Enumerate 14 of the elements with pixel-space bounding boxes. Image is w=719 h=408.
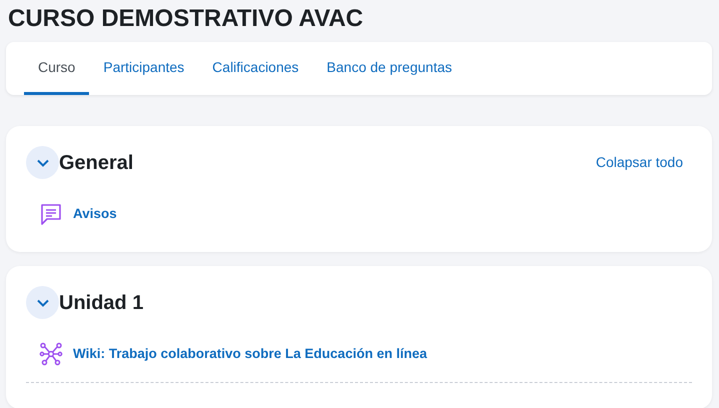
course-title: CURSO DEMOSTRATIVO AVAC xyxy=(8,4,364,34)
chat-icon xyxy=(39,202,63,226)
network-icon xyxy=(39,342,63,366)
activity-link[interactable]: Avisos xyxy=(73,204,117,224)
tab[interactable]: Banco de preguntas xyxy=(312,42,466,95)
activity-link[interactable]: Wiki: Trabajo colaborativo sobre La Educación en línea xyxy=(73,344,427,364)
section-title: General xyxy=(59,150,134,174)
tab[interactable]: Curso xyxy=(24,42,90,95)
collapse-all-link[interactable]: Colapsar todo xyxy=(596,152,683,173)
collapse-button[interactable] xyxy=(26,286,59,319)
section-title: Unidad 1 xyxy=(59,290,144,314)
tab[interactable]: Calificaciones xyxy=(198,42,313,95)
collapse-button[interactable] xyxy=(26,146,59,179)
tab[interactable]: Participantes xyxy=(89,42,198,95)
